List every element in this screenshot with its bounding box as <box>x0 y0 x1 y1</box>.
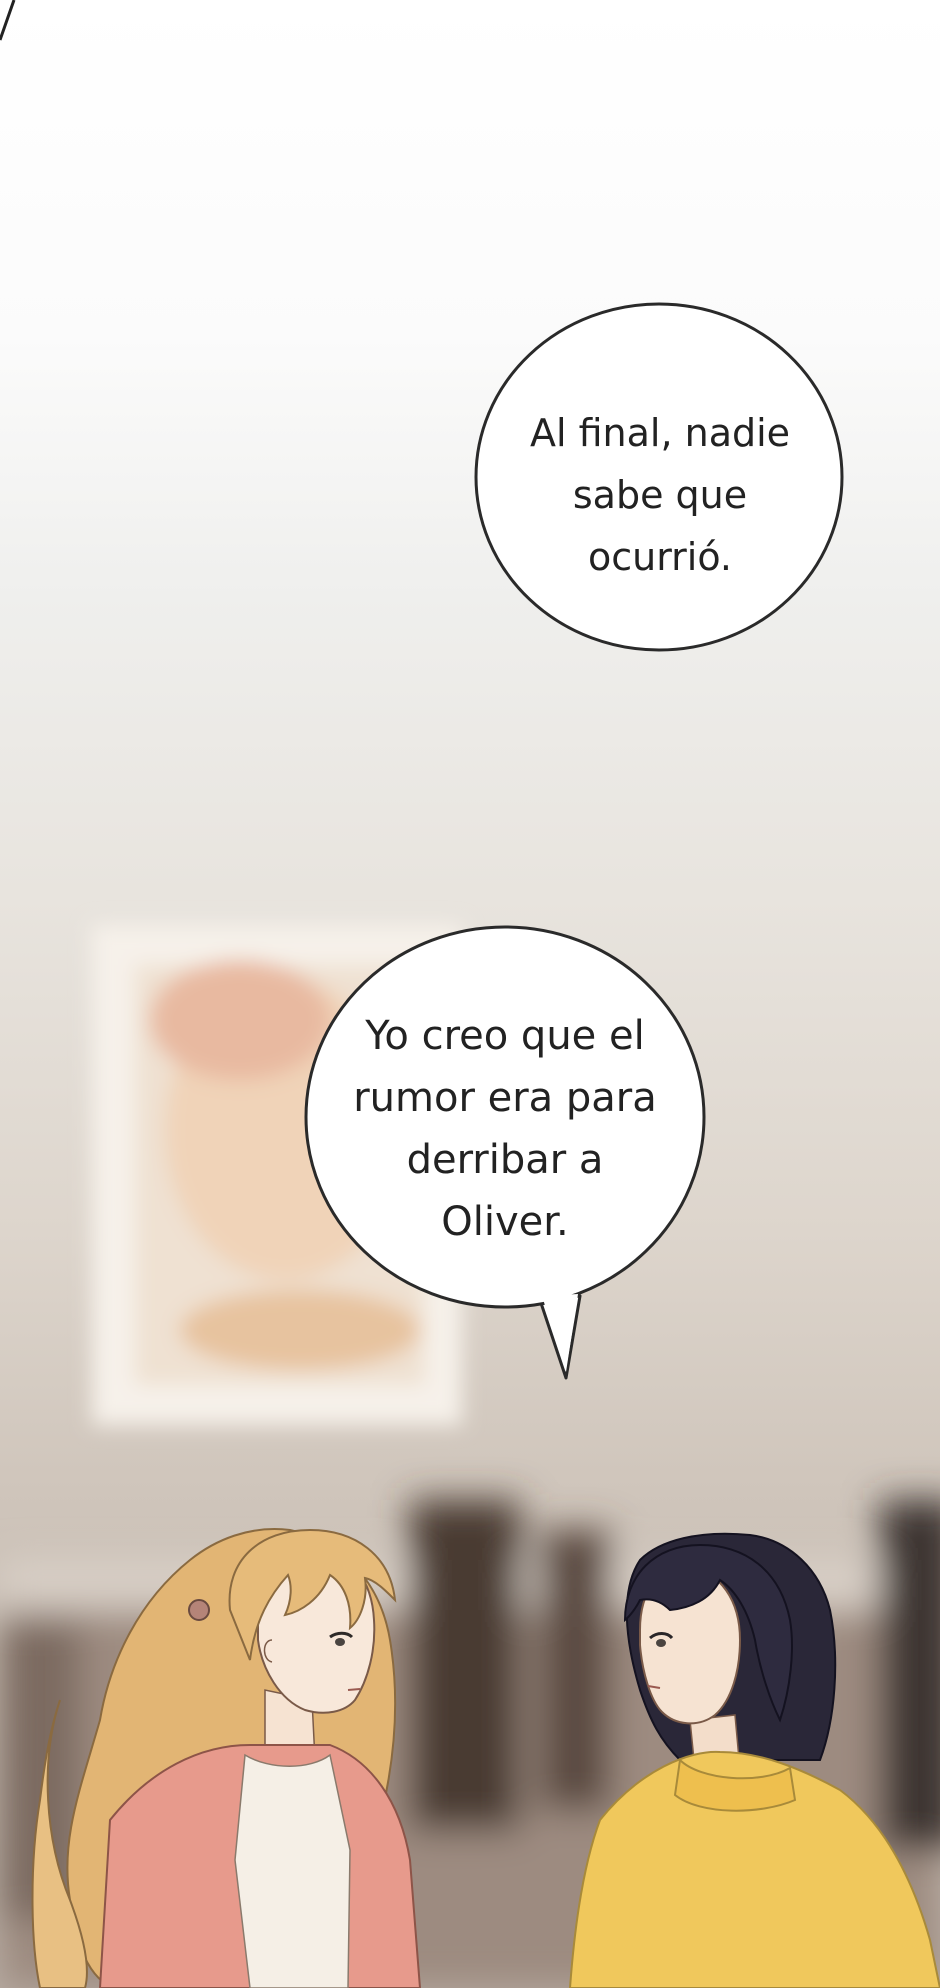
speech-line: Oliver. <box>441 1199 569 1245</box>
speech-line: Yo creo que el <box>365 1013 645 1059</box>
speech-line: Al final, nadie <box>529 411 791 455</box>
speech-line: sabe que <box>572 473 748 517</box>
speech-line: ocurrió. <box>587 535 733 579</box>
speech-line: rumor era para <box>353 1075 657 1121</box>
comic-panel <box>0 0 940 1988</box>
speech-text-top: Al final, nadie sabe que ocurrió. <box>500 402 820 588</box>
speech-line: derribar a <box>406 1137 604 1183</box>
speech-text-bottom: Yo creo que el rumor era para derribar a… <box>320 1005 690 1253</box>
